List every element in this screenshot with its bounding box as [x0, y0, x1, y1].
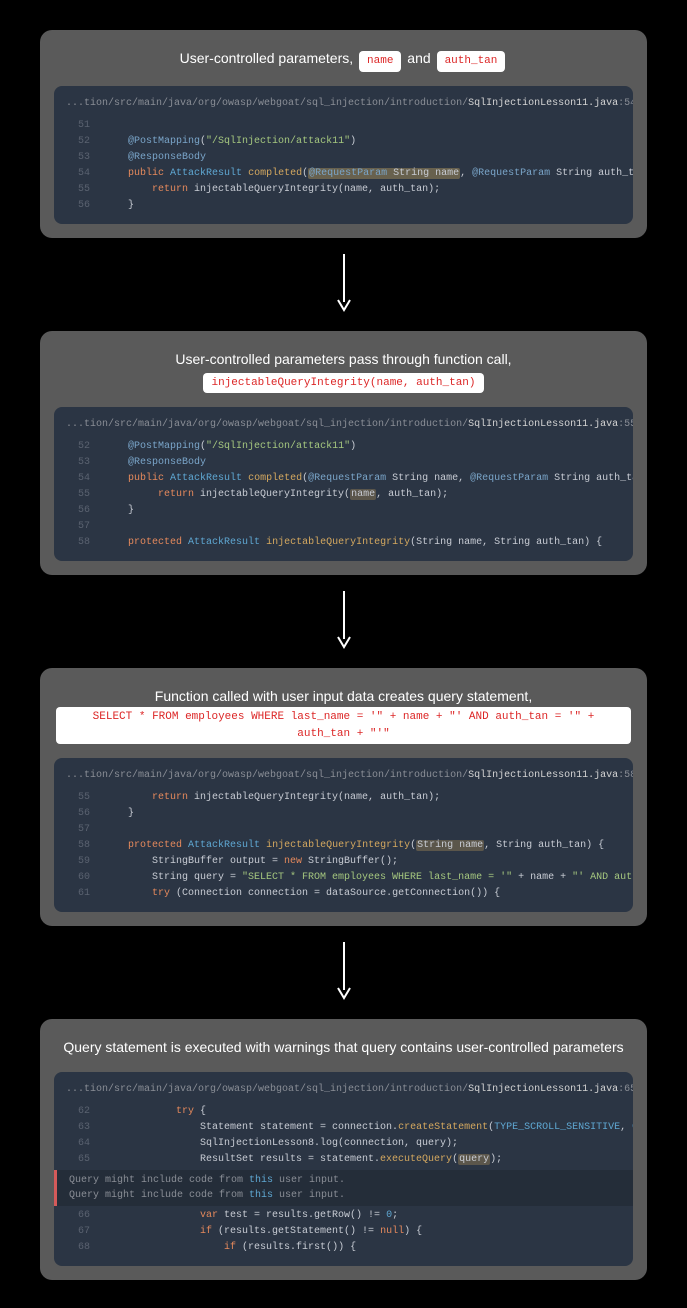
code-line: 64 SqlInjectionLesson8.log(connection, q…: [54, 1136, 633, 1152]
line-number: 64: [66, 1136, 90, 1152]
line-number: 53: [66, 150, 90, 166]
code-line: 67 if (results.getStatement() != null) {: [54, 1224, 633, 1240]
line-number: 56: [66, 503, 90, 519]
code-block: ...tion/src/main/java/org/owasp/webgoat/…: [54, 86, 633, 224]
code-block: ...tion/src/main/java/org/owasp/webgoat/…: [54, 1072, 633, 1266]
line-number: 59: [66, 854, 90, 870]
line-number: 52: [66, 439, 90, 455]
line-number: 68: [66, 1240, 90, 1256]
line-number: 66: [66, 1208, 90, 1224]
line-number: 57: [66, 519, 90, 535]
line-number: 55: [66, 790, 90, 806]
step-title: Function called with user input data cre…: [54, 686, 633, 744]
line-number: 58: [66, 535, 90, 551]
code-line: 68 if (results.first()) {: [54, 1240, 633, 1256]
line-number: 58: [66, 838, 90, 854]
step-title-text: Query statement is executed with warning…: [63, 1039, 623, 1055]
code-line: 52 @PostMapping("/SqlInjection/attack11"…: [54, 134, 633, 150]
line-number: 65: [66, 1152, 90, 1168]
line-number: 61: [66, 886, 90, 902]
code-line: 57: [54, 822, 633, 838]
code-pill: name: [359, 51, 401, 72]
code-line: 57: [54, 519, 633, 535]
step-title-text: User-controlled parameters,: [180, 50, 357, 66]
line-number: 67: [66, 1224, 90, 1240]
step-title: User-controlled parameters pass through …: [54, 349, 633, 394]
flow-step: User-controlled parameters, name and aut…: [40, 30, 647, 238]
code-pill: auth_tan: [437, 51, 506, 72]
line-number: 54: [66, 471, 90, 487]
line-number: 56: [66, 806, 90, 822]
line-number: 63: [66, 1120, 90, 1136]
code-line: 53 @ResponseBody: [54, 455, 633, 471]
flow-arrow: [40, 238, 647, 331]
line-number: 60: [66, 870, 90, 886]
line-number: 53: [66, 455, 90, 471]
flow-arrow: [40, 926, 647, 1019]
flow-step: User-controlled parameters pass through …: [40, 331, 647, 576]
line-number: 56: [66, 198, 90, 214]
code-line: 63 Statement statement = connection.crea…: [54, 1120, 633, 1136]
code-line: 51: [54, 118, 633, 134]
code-line: 55 return injectableQueryIntegrity(name,…: [54, 487, 633, 503]
code-pill: SELECT * FROM employees WHERE last_name …: [56, 707, 631, 744]
code-line: 54 public AttackResult completed(@Reques…: [54, 166, 633, 182]
line-number: 62: [66, 1104, 90, 1120]
file-path: ...tion/src/main/java/org/owasp/webgoat/…: [54, 417, 633, 439]
step-title-text: Function called with user input data cre…: [155, 688, 532, 704]
line-number: 55: [66, 487, 90, 503]
code-line: 55 return injectableQueryIntegrity(name,…: [54, 790, 633, 806]
code-block: ...tion/src/main/java/org/owasp/webgoat/…: [54, 407, 633, 561]
code-line: 52 @PostMapping("/SqlInjection/attack11"…: [54, 439, 633, 455]
step-title: User-controlled parameters, name and aut…: [54, 48, 633, 72]
code-line: 56 }: [54, 198, 633, 214]
code-line: 58 protected AttackResult injectableQuer…: [54, 535, 633, 551]
code-line: 58 protected AttackResult injectableQuer…: [54, 838, 633, 854]
line-number: 54: [66, 166, 90, 182]
file-path: ...tion/src/main/java/org/owasp/webgoat/…: [54, 96, 633, 118]
flow-arrow: [40, 575, 647, 668]
flow-step: Query statement is executed with warning…: [40, 1019, 647, 1280]
file-path: ...tion/src/main/java/org/owasp/webgoat/…: [54, 1082, 633, 1104]
code-line: 53 @ResponseBody: [54, 150, 633, 166]
code-line: 62 try {: [54, 1104, 633, 1120]
line-number: 55: [66, 182, 90, 198]
file-path: ...tion/src/main/java/org/owasp/webgoat/…: [54, 768, 633, 790]
flow-step: Function called with user input data cre…: [40, 668, 647, 926]
code-line: 60 String query = "SELECT * FROM employe…: [54, 870, 633, 886]
line-number: 51: [66, 118, 90, 134]
warning-line: Query might include code from this user …: [69, 1188, 621, 1203]
line-number: 57: [66, 822, 90, 838]
warning-line: Query might include code from this user …: [69, 1173, 621, 1188]
code-line: 54 public AttackResult completed(@Reques…: [54, 471, 633, 487]
step-title: Query statement is executed with warning…: [54, 1037, 633, 1058]
code-line: 59 StringBuffer output = new StringBuffe…: [54, 854, 633, 870]
code-pill: injectableQueryIntegrity(name, auth_tan): [203, 373, 483, 394]
code-line: 65 ResultSet results = statement.execute…: [54, 1152, 633, 1168]
code-line: 66 var test = results.getRow() != 0;: [54, 1208, 633, 1224]
code-line: 61 try (Connection connection = dataSour…: [54, 886, 633, 902]
line-number: 52: [66, 134, 90, 150]
code-line: 56 }: [54, 806, 633, 822]
warning-block: Query might include code from this user …: [54, 1170, 633, 1206]
step-title-text: User-controlled parameters pass through …: [175, 351, 511, 367]
code-line: 56 }: [54, 503, 633, 519]
code-line: 55 return injectableQueryIntegrity(name,…: [54, 182, 633, 198]
code-block: ...tion/src/main/java/org/owasp/webgoat/…: [54, 758, 633, 912]
